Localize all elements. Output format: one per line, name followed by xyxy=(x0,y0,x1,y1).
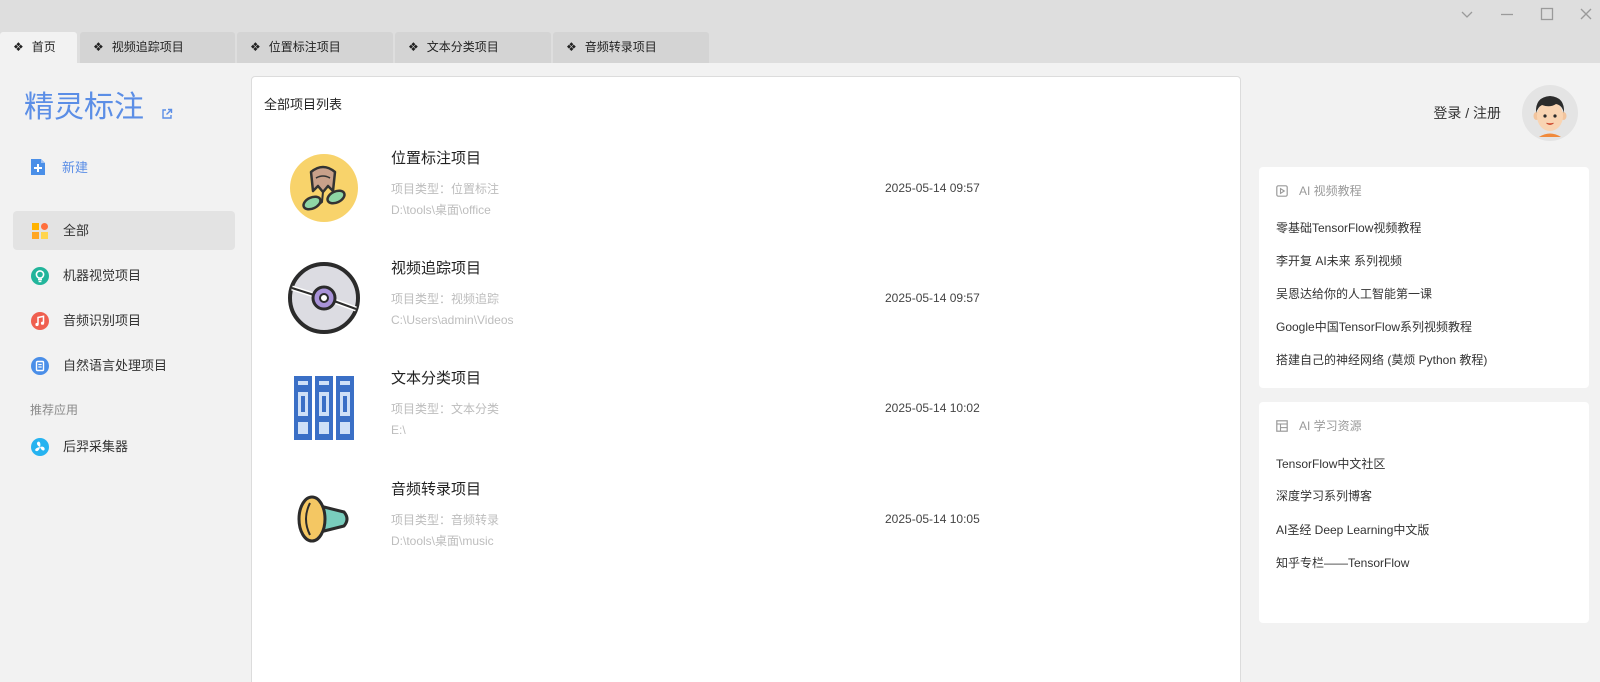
tab-diamond-icon: ❖ xyxy=(93,40,104,54)
sidebar-item-nlp[interactable]: 自然语言处理项目 xyxy=(31,356,231,376)
resource-link[interactable]: AI圣经 Deep Learning中文版 xyxy=(1276,522,1429,538)
project-item[interactable]: 视频追踪项目 项目类型：视频追踪 C:\Users\admin\Videos 2… xyxy=(252,260,1212,336)
new-project-label: 新建 xyxy=(62,160,89,175)
maximize-icon[interactable] xyxy=(1540,7,1554,21)
new-project-button[interactable]: 新建 xyxy=(29,158,229,178)
project-item[interactable]: 音频转录项目 项目类型：音频转录 D:\tools\桌面\music 2025-… xyxy=(252,481,1212,557)
tab-diamond-icon: ❖ xyxy=(566,40,577,54)
project-path: C:\Users\admin\Videos xyxy=(391,313,514,327)
project-date: 2025-05-14 09:57 xyxy=(885,291,980,305)
close-icon[interactable] xyxy=(1579,7,1593,21)
tab-diamond-icon: ❖ xyxy=(250,40,261,54)
video-play-icon xyxy=(1276,185,1288,197)
pinwheel-icon xyxy=(31,438,49,456)
project-type: 项目类型：音频转录 xyxy=(391,513,500,527)
project-date: 2025-05-14 09:57 xyxy=(885,181,980,195)
project-list-heading: 全部项目列表 xyxy=(264,97,343,112)
avatar-icon[interactable] xyxy=(1522,85,1578,141)
sidebar-item-machine-vision[interactable]: 机器视觉项目 xyxy=(31,266,231,286)
sidebar-item-label: 自然语言处理项目 xyxy=(63,358,168,373)
app-title[interactable]: 精灵标注 xyxy=(24,90,144,126)
project-list-panel: 全部项目列表 位置标注项目 项目类型：位置标注 D:\tools\桌面\offi… xyxy=(251,76,1241,682)
resource-link[interactable]: 李开复 AI未来 系列视频 xyxy=(1276,253,1402,269)
tab-label: 音频转录项目 xyxy=(584,40,657,54)
new-document-icon xyxy=(31,159,45,175)
project-type: 项目类型：视频追踪 xyxy=(391,292,500,306)
tab-text-classification[interactable]: ❖ 文本分类项目 xyxy=(395,32,551,63)
grid-icon xyxy=(32,223,48,239)
project-path: E:\ xyxy=(391,423,406,437)
resource-link[interactable]: 搭建自己的神经网络 (莫烦 Python 教程) xyxy=(1276,352,1487,368)
sidebar-item-houyi-collector[interactable]: 后羿采集器 xyxy=(31,437,231,457)
card-title: AI 视频教程 xyxy=(1299,184,1362,198)
resource-link[interactable]: 深度学习系列博客 xyxy=(1276,488,1372,504)
disc-icon xyxy=(288,262,360,334)
tab-label: 首页 xyxy=(31,40,56,54)
external-link-icon[interactable] xyxy=(161,108,173,120)
project-title[interactable]: 视频追踪项目 xyxy=(391,259,481,279)
resource-link[interactable]: Google中国TensorFlow系列视频教程 xyxy=(1276,319,1472,335)
title-bar: ❖ 首页 ❖ 视频追踪项目 ❖ 位置标注项目 ❖ 文本分类项目 ❖ 音频转录项目 xyxy=(0,0,1600,63)
project-path: D:\tools\桌面\office xyxy=(391,203,491,217)
project-item[interactable]: 文本分类项目 项目类型：文本分类 E:\ 2025-05-14 10:02 xyxy=(252,370,1212,446)
tab-label: 文本分类项目 xyxy=(426,40,499,54)
project-date: 2025-05-14 10:02 xyxy=(885,401,980,415)
tab-diamond-icon: ❖ xyxy=(13,40,24,54)
sidebar-item-label: 音频识别项目 xyxy=(63,313,142,328)
project-type: 项目类型：位置标注 xyxy=(391,182,500,196)
resource-link[interactable]: TensorFlow中文社区 xyxy=(1276,456,1385,472)
document-icon xyxy=(31,357,49,375)
project-path: D:\tools\桌面\music xyxy=(391,534,494,548)
project-title[interactable]: 音频转录项目 xyxy=(391,480,481,500)
sidebar-item-label: 后羿采集器 xyxy=(63,439,129,454)
tab-location-annotation[interactable]: ❖ 位置标注项目 xyxy=(237,32,393,63)
learning-resources-card: AI 学习资源 TensorFlow中文社区 深度学习系列博客 AI圣经 Dee… xyxy=(1259,402,1589,623)
project-title[interactable]: 文本分类项目 xyxy=(391,369,481,389)
chevron-down-icon[interactable] xyxy=(1460,7,1474,21)
tab-label: 位置标注项目 xyxy=(268,40,341,54)
table-icon xyxy=(1276,420,1288,432)
resource-link[interactable]: 吴恩达给你的人工智能第一课 xyxy=(1276,286,1432,302)
sidebar-item-label: 机器视觉项目 xyxy=(63,268,142,283)
music-note-icon xyxy=(31,312,49,330)
tab-home[interactable]: ❖ 首页 xyxy=(0,32,77,63)
resource-link[interactable]: 零基础TensorFlow视频教程 xyxy=(1276,220,1421,236)
megaphone-icon xyxy=(297,495,349,543)
recommend-heading: 推荐应用 xyxy=(30,403,79,417)
tab-diamond-icon: ❖ xyxy=(408,40,419,54)
project-date: 2025-05-14 10:05 xyxy=(885,512,980,526)
project-title[interactable]: 位置标注项目 xyxy=(391,149,481,169)
project-item[interactable]: 位置标注项目 项目类型：位置标注 D:\tools\桌面\office 2025… xyxy=(252,150,1212,226)
binders-icon xyxy=(294,376,354,440)
tab-audio-transcription[interactable]: ❖ 音频转录项目 xyxy=(553,32,709,63)
tab-video-tracking[interactable]: ❖ 视频追踪项目 xyxy=(80,32,235,63)
minimize-icon[interactable] xyxy=(1500,7,1514,21)
location-tag-icon xyxy=(290,154,358,222)
resource-link[interactable]: 知乎专栏——TensorFlow xyxy=(1276,555,1409,571)
sidebar-item-all[interactable]: 全部 xyxy=(31,221,231,241)
bulb-icon xyxy=(31,267,49,285)
sidebar-item-label: 全部 xyxy=(63,223,90,238)
tab-label: 视频追踪项目 xyxy=(111,40,184,54)
login-register-link[interactable]: 登录 / 注册 xyxy=(1433,104,1501,122)
card-title: AI 学习资源 xyxy=(1299,419,1362,433)
project-type: 项目类型：文本分类 xyxy=(391,402,500,416)
sidebar-item-audio-recognition[interactable]: 音频识别项目 xyxy=(31,311,231,331)
video-tutorials-card: AI 视频教程 零基础TensorFlow视频教程 李开复 AI未来 系列视频 … xyxy=(1259,167,1589,388)
